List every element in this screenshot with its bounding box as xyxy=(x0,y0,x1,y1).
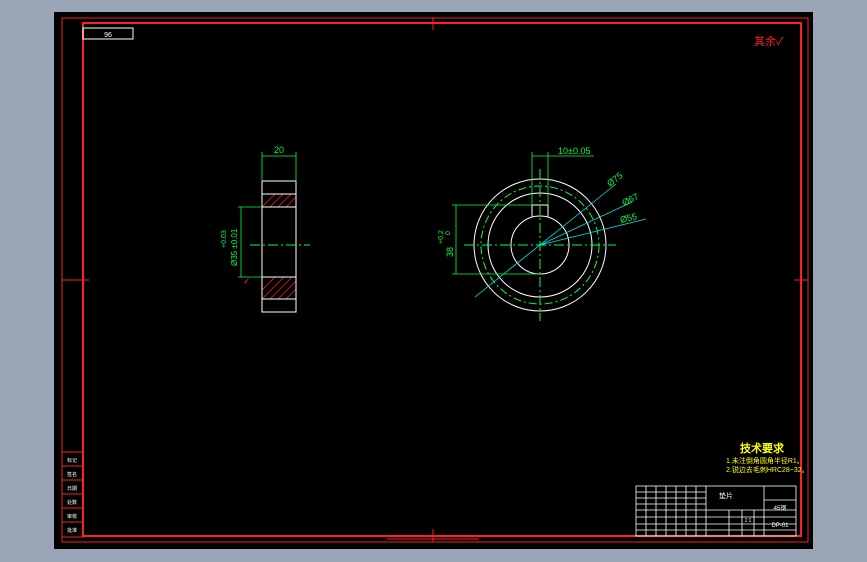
keyway-dim-text: 10±0.05 xyxy=(558,146,590,156)
height-dim-tol2: 0 xyxy=(445,231,452,235)
title-block-scale: 1:1 xyxy=(745,518,752,524)
inner-frame xyxy=(82,22,802,537)
left-strip: 标记 签名 日期 处数 审核 批准 xyxy=(61,451,84,538)
surface-mark: ✓ xyxy=(243,276,251,286)
side-dia-dim xyxy=(238,206,262,278)
height-dim xyxy=(452,204,540,275)
strip-item: 日期 xyxy=(67,486,77,492)
title-box: 96 xyxy=(82,27,134,40)
dia-mid-text: Ø67 xyxy=(620,191,640,207)
title-block-drawing-no: DP-01 xyxy=(771,523,789,529)
side-view: 20 Ø35 ±0.01 +0.03 ✓ xyxy=(221,145,310,313)
tech-req-line1: 1.未注倒角圆角半径R1。 xyxy=(726,456,804,465)
side-dia-dim-tol: +0.03 xyxy=(221,230,228,248)
diameter-leaders xyxy=(474,183,647,298)
side-width-dim-text: 20 xyxy=(274,145,284,155)
hatch-top xyxy=(261,193,297,208)
strip-item: 签名 xyxy=(67,471,77,478)
title-block-material: 45钢 xyxy=(774,504,787,512)
strip-item: 处数 xyxy=(67,499,77,506)
cad-drawing: 96 其余✓ 20 Ø35 ±0.01 +0.03 ✓ 10±0.05 Ø75 … xyxy=(61,17,809,543)
hatch-bottom xyxy=(261,276,297,300)
height-dim-tol: +0.2 xyxy=(438,230,445,244)
side-width-dim xyxy=(261,152,297,181)
side-dia-dim-text: Ø35 ±0.01 xyxy=(230,228,239,266)
front-view: 10±0.05 Ø75 Ø67 Ø55 38 +0.2 0 xyxy=(438,146,647,321)
drawing-viewport[interactable]: 96 其余✓ 20 Ø35 ±0.01 +0.03 ✓ 10±0.05 Ø75 … xyxy=(54,12,813,549)
dia-outer-text: Ø75 xyxy=(605,170,625,188)
strip-item: 批准 xyxy=(67,527,77,534)
corner-mark: 其余✓ xyxy=(754,34,784,48)
tech-req-line2: 2.锐边去毛刺HRC28~32。 xyxy=(726,465,809,474)
outer-frame xyxy=(61,17,809,543)
height-dim-text: 38 xyxy=(445,247,455,257)
tech-req-heading: 技术要求 xyxy=(740,441,785,455)
dia-inner-text: Ø55 xyxy=(619,211,638,225)
strip-item: 标记 xyxy=(67,457,77,464)
title-box-label: 96 xyxy=(104,32,112,39)
side-outline xyxy=(261,180,297,313)
centering-marks xyxy=(62,18,808,542)
title-block-name: 垫片 xyxy=(719,491,733,500)
strip-item: 审核 xyxy=(67,513,77,520)
tech-requirements: 技术要求 1.未注倒角圆角半径R1。 2.锐边去毛刺HRC28~32。 xyxy=(726,441,809,474)
